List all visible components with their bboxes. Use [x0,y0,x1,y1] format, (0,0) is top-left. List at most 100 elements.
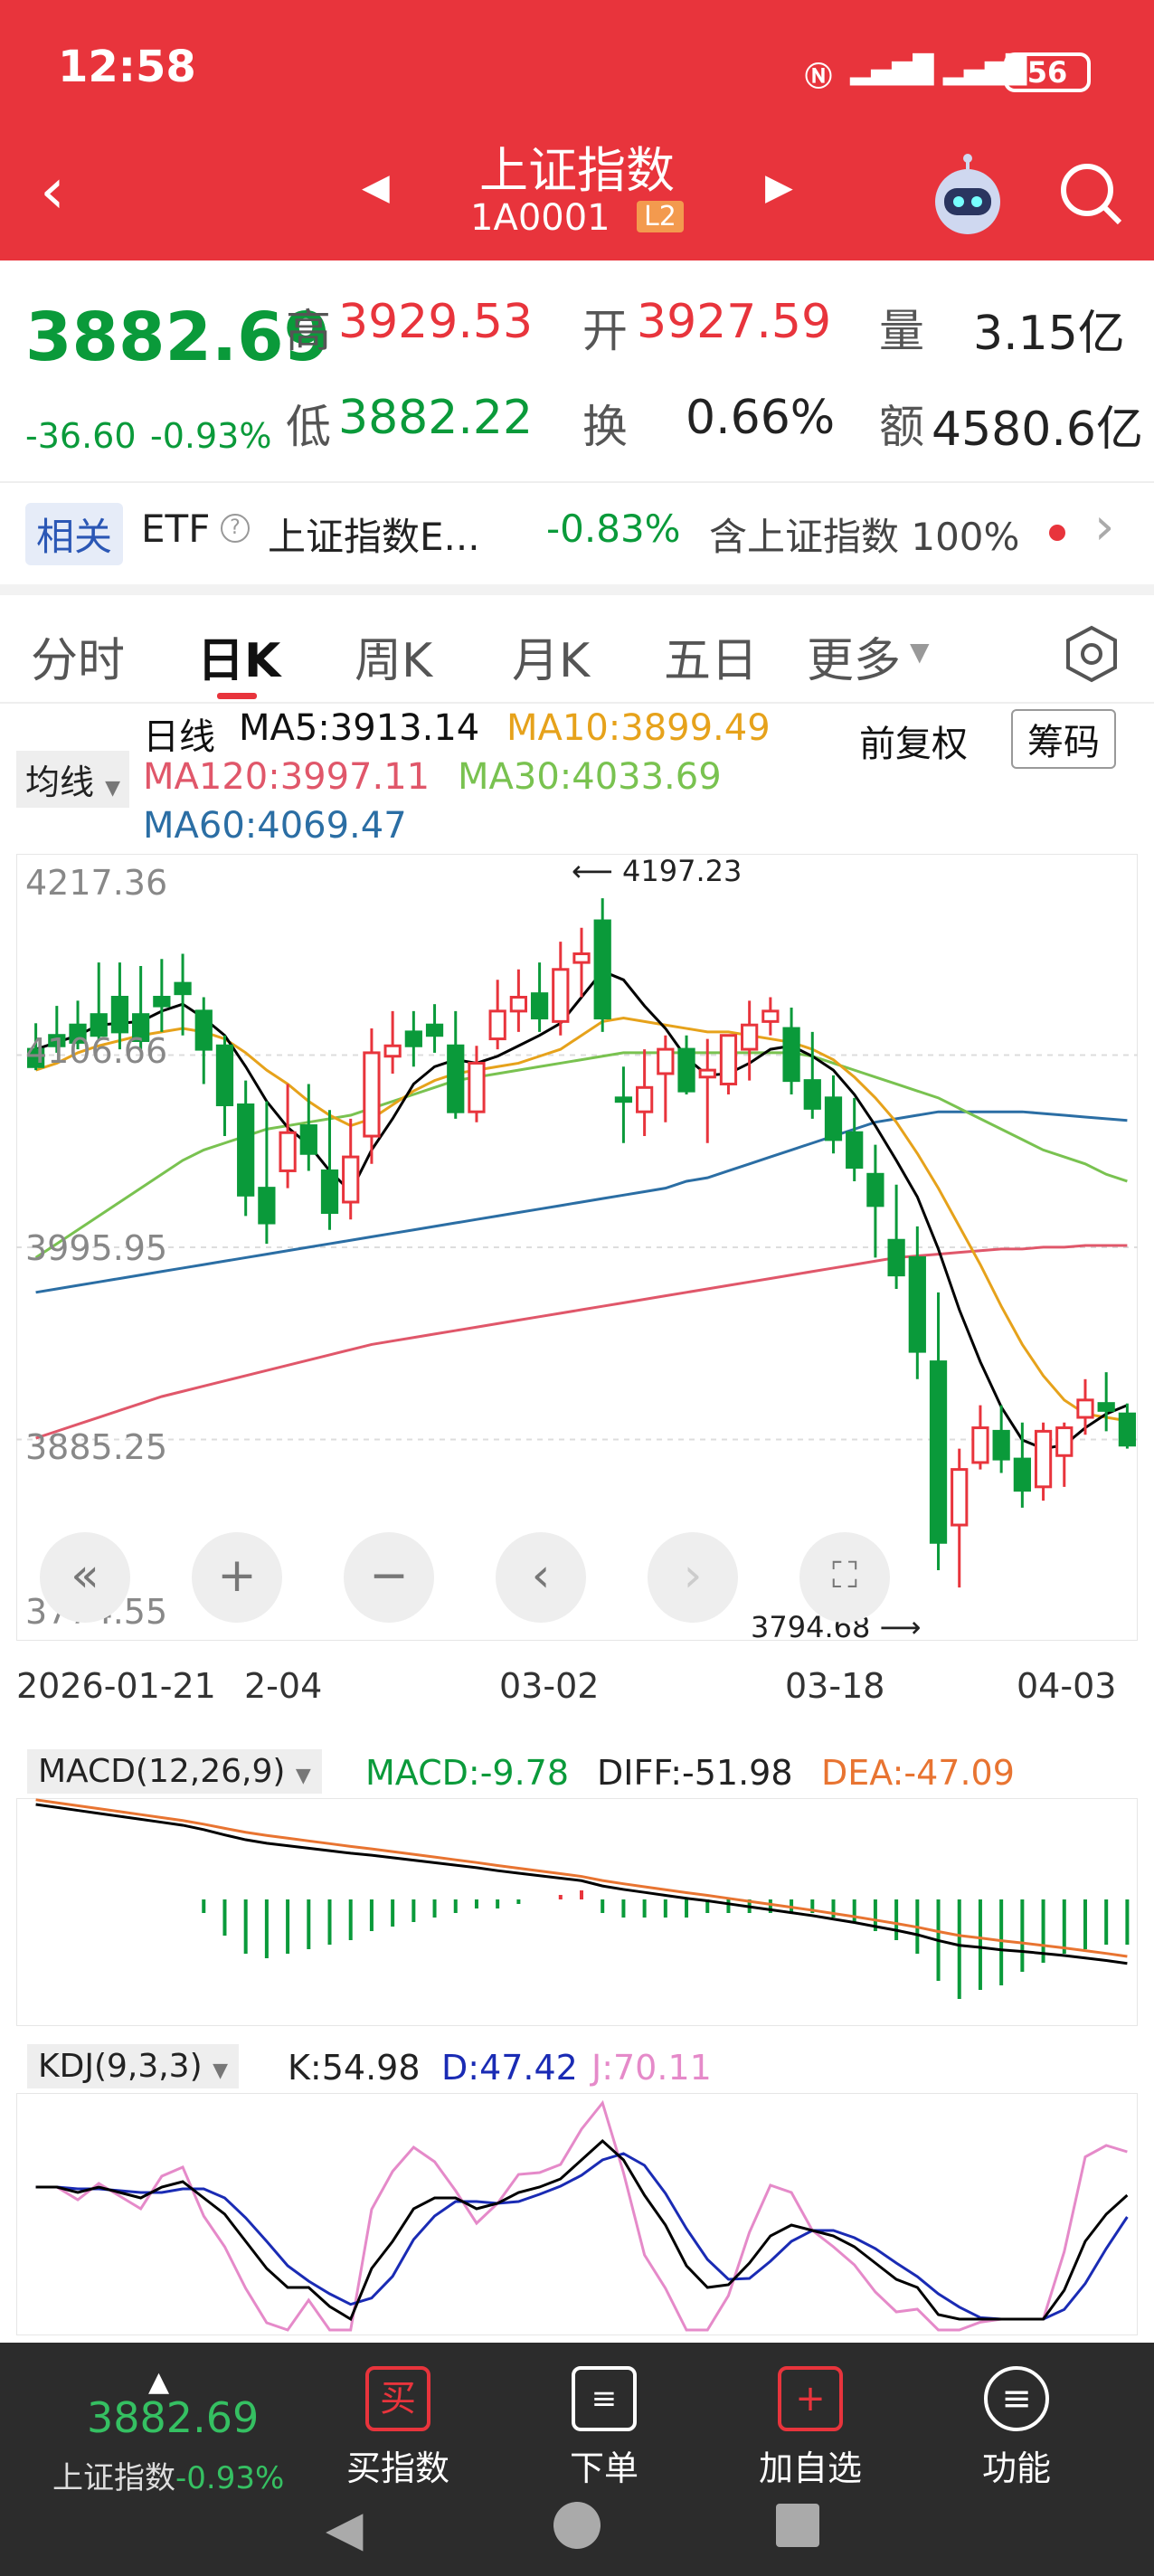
section-separator [0,584,1154,595]
func-label: 功能 [981,2448,1051,2488]
candle-body [194,1009,213,1051]
tab-more[interactable]: 更多 [807,622,901,690]
candle-body [530,992,549,1020]
candle-body [425,1023,444,1037]
ma-dropdown[interactable]: 均线 ▼ [16,751,130,808]
candle-body [761,1009,780,1023]
candle [342,1118,360,1220]
chevron-right-icon[interactable]: › [1094,497,1114,556]
etf-label: ETF [141,507,211,551]
candle-body [698,1068,716,1079]
candle [1013,1422,1031,1508]
candle [971,1405,989,1470]
y-tick-2: 4106.66 [25,1031,168,1071]
kdj-dropdown[interactable]: KDJ(9,3,3) ▼ [27,2044,240,2088]
bottom-index: 上证指数-0.93% [52,2453,284,2497]
candle [908,1226,926,1379]
macd-dropdown[interactable]: MACD(12,26,9) ▼ [27,1749,322,1794]
price-change-pct: -0.93% [150,416,272,456]
candlestick-chart[interactable] [16,854,1138,1641]
y-tick-4: 3885.25 [25,1427,168,1467]
nav-back-icon[interactable]: ◀ [326,2500,364,2557]
k-line [35,2138,1129,2322]
candle-body [593,919,611,1020]
candle-body [153,995,171,1008]
candle [258,1101,276,1245]
candle [404,1010,422,1067]
help-icon[interactable]: ? [221,514,250,543]
nav-recents-icon[interactable] [776,2504,819,2547]
tab-weekly-k[interactable]: 周K [355,622,432,690]
settings-hex-icon[interactable] [1060,622,1123,686]
candle-body [174,981,192,996]
amount-label: 额 [879,401,924,453]
ma120-line [35,1244,1128,1440]
ma60-line [35,1110,1128,1294]
macd-frame [16,1798,1138,2026]
price-change: -36.60 [25,416,137,456]
tab-monthly-k[interactable]: 月K [512,622,590,690]
fullscreen-button[interactable]: ⛶ [799,1532,890,1623]
candle [761,997,780,1036]
add-watchlist-button[interactable]: + 加自选 [738,2366,883,2490]
dea-value: DEA:-47.09 [821,1753,1015,1793]
buy-label: 买指数 [345,2448,449,2488]
tab-intraday[interactable]: 分时 [31,622,125,690]
order-button[interactable]: ≡ 下单 [532,2366,676,2490]
high-label: 高 [286,305,331,357]
candle [90,962,108,1041]
candle-body [404,1030,422,1047]
zoom-out-button[interactable]: − [344,1532,434,1623]
candle [552,942,570,1036]
j-value: J:70.11 [591,2048,712,2088]
tab-daily-k[interactable]: 日K [197,622,280,690]
candle [593,898,611,1032]
zoom-out-all-button[interactable]: « [40,1532,130,1623]
adjust-label[interactable]: 前复权 [859,715,968,767]
candle-body [383,1044,402,1058]
candle-body [237,1103,255,1197]
candle-body [1055,1426,1074,1457]
buy-index-button[interactable]: 买 买指数 [326,2366,470,2490]
candle [1034,1422,1053,1501]
turnover-label: 换 [582,401,628,453]
ma30-label: MA30:4033.69 [458,756,722,798]
macd-value: MACD:-9.78 [365,1753,570,1793]
max-annotation: ⟵ 4197.23 [572,854,743,888]
kdj-chart [16,2093,1138,2335]
ma-dropdown-label: 均线 [25,762,95,802]
candle-body [1076,1398,1094,1419]
candle-body [509,995,527,1013]
status-time: 12:58 [58,42,196,92]
low-label: 低 [286,401,331,453]
tab-five-day[interactable]: 五日 [664,622,758,690]
diff-line [35,1803,1128,1965]
candle-body [1097,1402,1115,1412]
ma60-label: MA60:4069.47 [143,805,407,847]
zoom-in-button[interactable]: + [192,1532,282,1623]
candle [887,1184,905,1289]
candle [194,997,213,1084]
nav-home-icon[interactable] [553,2502,601,2549]
candle-body [971,1426,989,1464]
high-value: 3929.53 [338,295,534,349]
candle-body [299,1124,317,1155]
candle-body [741,1023,759,1051]
volume-label: 量 [879,305,924,357]
j-line [35,2099,1128,2332]
low-value: 3882.22 [338,391,534,445]
x-tick-3: 03-02 [499,1666,600,1706]
caret-down-icon: ▼ [105,777,121,800]
y-tick-3: 3995.95 [25,1228,168,1268]
related-etf-row[interactable]: 相关 ETF ? 上证指数E... -0.83% 含上证指数 100% › [0,483,1154,584]
d-line [35,2152,1129,2321]
current-price: 3882.69 [25,298,331,376]
volume-value: 3.15亿 [973,307,1125,361]
chips-button[interactable]: 筹码 [1011,709,1116,769]
candle-body [719,1034,738,1085]
functions-button[interactable]: ≡ 功能 [944,2366,1089,2490]
candle-body [657,1047,675,1075]
x-tick-2: 2-04 [244,1666,323,1706]
scroll-right-button[interactable]: › [648,1532,738,1623]
scroll-left-button[interactable]: ‹ [496,1532,586,1623]
